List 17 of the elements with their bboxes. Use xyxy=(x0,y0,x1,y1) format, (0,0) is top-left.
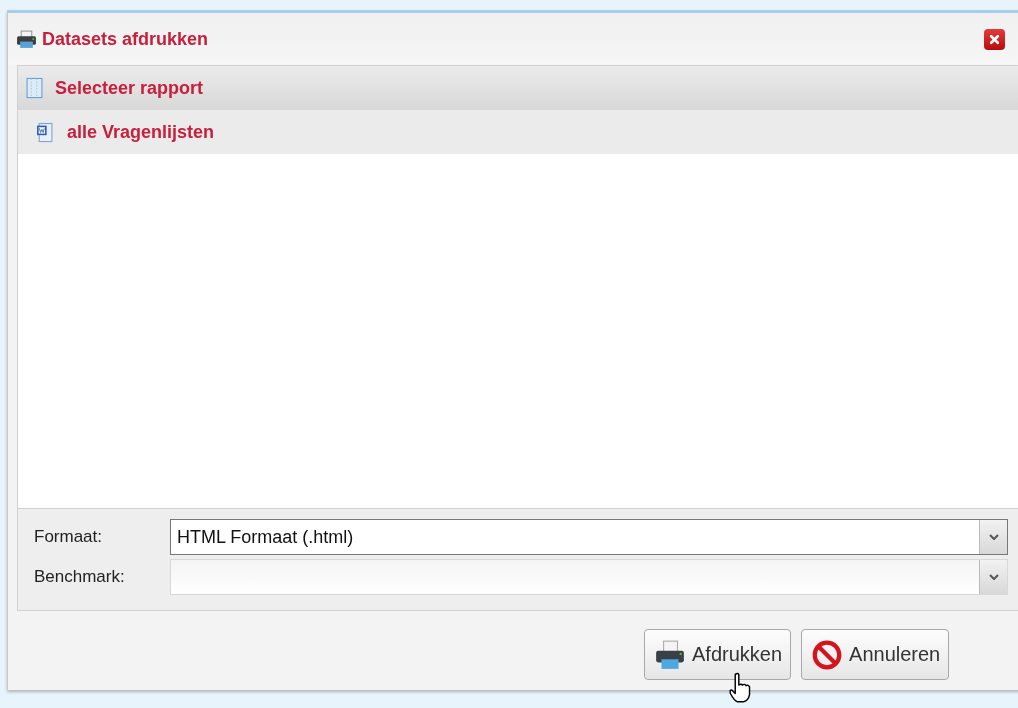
report-item[interactable]: alle Vragenlijsten xyxy=(18,110,1018,154)
printer-icon xyxy=(16,29,37,49)
cancel-button[interactable]: Annuleren xyxy=(801,629,950,680)
prohibited-icon xyxy=(811,638,844,671)
window-title: Datasets afdrukken xyxy=(42,28,209,50)
field-label: Benchmark: xyxy=(33,567,126,587)
close-icon xyxy=(989,33,1000,45)
dropdown-field[interactable]: HTML Formaat (.html) xyxy=(170,519,1008,555)
document-icon xyxy=(26,77,43,99)
print-button[interactable]: Afdrukken xyxy=(644,629,792,680)
panel-title: Selecteer rapport xyxy=(55,77,204,99)
field-label: Formaat: xyxy=(33,527,104,547)
printer-icon xyxy=(654,638,686,671)
chevron-down-icon xyxy=(988,574,999,580)
close-button[interactable] xyxy=(984,28,1005,50)
word-document-icon xyxy=(36,121,53,143)
chevron-down-icon xyxy=(988,534,999,540)
